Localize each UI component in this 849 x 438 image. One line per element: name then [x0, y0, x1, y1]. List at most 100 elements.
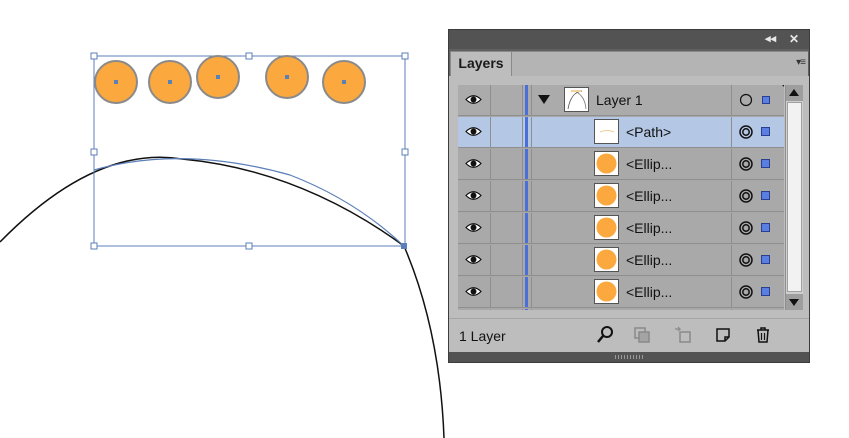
- layer-item-row[interactable]: <Ellip...: [458, 245, 784, 276]
- ellipse-group[interactable]: [94, 55, 366, 104]
- column-divider: [731, 85, 732, 115]
- column-divider: [731, 245, 732, 275]
- grip-lines-icon: [615, 355, 643, 359]
- visibility-toggle[interactable]: [458, 213, 491, 243]
- layer-item-row[interactable]: <Ellip...: [458, 149, 784, 180]
- column-divider: [531, 245, 532, 275]
- ellipse-thumb: [594, 247, 619, 272]
- ellipse-thumb: [594, 215, 619, 240]
- layer-color-bar: [525, 245, 528, 275]
- scroll-down-arrow-icon[interactable]: [786, 294, 803, 310]
- column-divider: [731, 181, 732, 211]
- column-divider: [731, 149, 732, 179]
- selection-indicator[interactable]: [762, 96, 770, 104]
- lock-toggle[interactable]: [491, 309, 523, 310]
- column-divider: [531, 85, 532, 115]
- create-sublayer-icon: [675, 326, 691, 343]
- panel-titlebar[interactable]: ◂◂ ✕: [449, 30, 809, 49]
- ellipse-2: [148, 60, 192, 104]
- ellipse-1: [94, 60, 138, 104]
- lock-toggle[interactable]: [491, 277, 523, 307]
- layer-color-bar: [525, 85, 528, 115]
- ellipse-5: [322, 60, 366, 104]
- layer-color-bar: [525, 117, 528, 147]
- selection-indicator[interactable]: [761, 287, 770, 296]
- layer-color-bar: [525, 213, 528, 243]
- layer-color-bar: [525, 149, 528, 179]
- selection-indicator[interactable]: [761, 159, 770, 168]
- row-label[interactable]: <Ellip...: [626, 156, 672, 172]
- selection-indicator[interactable]: [761, 191, 770, 200]
- visibility-toggle[interactable]: [458, 149, 491, 179]
- ellipse-thumb: [594, 279, 619, 304]
- corner-triangle-icon: [782, 85, 784, 95]
- ellipse-3: [196, 55, 240, 99]
- anchor-point[interactable]: [401, 243, 407, 249]
- layer-count-label: 1 Layer: [459, 328, 506, 344]
- visibility-toggle[interactable]: [458, 277, 491, 307]
- lock-toggle[interactable]: [491, 149, 523, 179]
- layer-item-row[interactable]: <Ellip...: [458, 277, 784, 308]
- column-divider: [531, 181, 532, 211]
- ellipse-thumb: [594, 151, 619, 176]
- selection-indicator[interactable]: [761, 255, 770, 264]
- locate-object-icon[interactable]: [595, 325, 615, 345]
- column-divider: [531, 309, 532, 310]
- ellipse-thumb: [594, 183, 619, 208]
- selection-indicator[interactable]: [761, 223, 770, 232]
- lock-toggle[interactable]: [491, 245, 523, 275]
- visibility-toggle[interactable]: [458, 245, 491, 275]
- visibility-toggle[interactable]: [458, 309, 491, 310]
- layer-item-row[interactable]: <Path>: [458, 309, 784, 310]
- row-label[interactable]: <Ellip...: [626, 284, 672, 300]
- layer-list[interactable]: Layer 1 <Path> <Ellip... <Ellip... <Ellip...…: [458, 85, 784, 310]
- create-new-layer-icon[interactable]: [713, 325, 733, 345]
- column-divider: [731, 309, 732, 310]
- row-label[interactable]: <Path>: [626, 124, 671, 140]
- tab-bar-empty: ▾≡: [512, 51, 808, 76]
- row-label[interactable]: Layer 1: [596, 92, 643, 108]
- selection-indicator[interactable]: [761, 127, 770, 136]
- column-divider: [731, 117, 732, 147]
- lock-toggle[interactable]: [491, 85, 523, 115]
- selected-arc-path[interactable]: [93, 158, 405, 247]
- column-divider: [731, 277, 732, 307]
- column-divider: [731, 213, 732, 243]
- panel-footer: 1 Layer: [449, 318, 809, 353]
- lock-toggle[interactable]: [491, 117, 523, 147]
- collapse-panel-icon[interactable]: ◂◂: [765, 32, 776, 46]
- vertical-scrollbar[interactable]: [785, 85, 803, 310]
- visibility-toggle[interactable]: [458, 85, 491, 115]
- lock-toggle[interactable]: [491, 181, 523, 211]
- layer-color-bar: [525, 181, 528, 211]
- layer-row[interactable]: Layer 1: [458, 85, 784, 116]
- large-circle-path[interactable]: [0, 156, 445, 438]
- panel-resize-grip[interactable]: [449, 352, 809, 362]
- layer-item-row[interactable]: <Ellip...: [458, 213, 784, 244]
- panel-tab-bar: Layers ▾≡: [449, 49, 809, 76]
- panel-menu-icon[interactable]: ▾≡: [796, 57, 806, 68]
- expand-triangle-icon[interactable]: [538, 95, 550, 104]
- lock-toggle[interactable]: [491, 213, 523, 243]
- path-thumb: [594, 119, 619, 144]
- row-label[interactable]: <Ellip...: [626, 188, 672, 204]
- ellipse-4: [265, 55, 309, 99]
- scroll-thumb[interactable]: [787, 102, 802, 292]
- panel-body: Layer 1 <Path> <Ellip... <Ellip... <Ellip...…: [449, 76, 809, 318]
- visibility-toggle[interactable]: [458, 117, 491, 147]
- column-divider: [531, 213, 532, 243]
- visibility-toggle[interactable]: [458, 181, 491, 211]
- close-panel-icon[interactable]: ✕: [789, 32, 799, 46]
- row-label[interactable]: <Ellip...: [626, 220, 672, 236]
- delete-layer-icon[interactable]: [753, 325, 773, 345]
- column-divider: [531, 149, 532, 179]
- tab-layers[interactable]: Layers: [450, 51, 512, 76]
- make-clipping-mask-icon: [634, 327, 650, 343]
- layer-color-bar: [525, 309, 528, 310]
- layer-thumb: [564, 87, 589, 112]
- layer-item-row[interactable]: <Ellip...: [458, 181, 784, 212]
- layer-item-row[interactable]: <Path>: [458, 117, 784, 148]
- row-label[interactable]: <Ellip...: [626, 252, 672, 268]
- scroll-up-arrow-icon[interactable]: [786, 85, 803, 101]
- layer-color-bar: [525, 277, 528, 307]
